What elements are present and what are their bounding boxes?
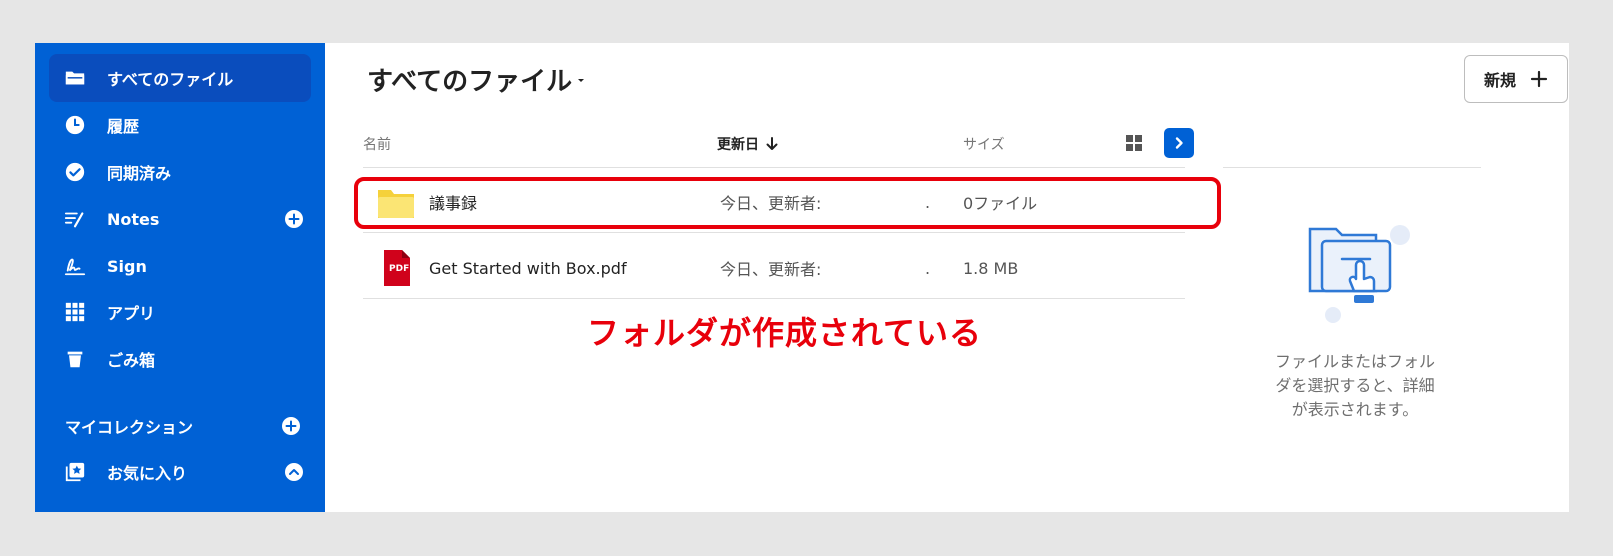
sidebar-item-all-files[interactable]: すべてのファイル [49, 54, 311, 102]
collapse-favorites-icon[interactable] [285, 463, 303, 481]
sidebar-item-label: 同期済み [107, 164, 172, 183]
caret-down-icon [578, 78, 585, 82]
add-collection-icon[interactable] [282, 417, 300, 435]
add-note-icon[interactable] [285, 210, 303, 228]
annotation-text: フォルダが作成されている [587, 314, 983, 352]
check-circle-icon [63, 160, 87, 184]
sidebar-item-label: すべてのファイル [107, 70, 234, 89]
sidebar-item-notes[interactable]: Notes [49, 195, 311, 243]
highlight-annotation-box [354, 177, 1221, 229]
trash-icon [63, 347, 87, 371]
new-button[interactable]: 新規 [1464, 55, 1568, 103]
column-header-modified-label: 更新日 [717, 137, 759, 153]
apps-grid-icon [63, 300, 87, 324]
panel-divider [1223, 167, 1481, 168]
sidebar-item-apps[interactable]: アプリ [49, 288, 311, 336]
modified-separator: . [925, 258, 931, 278]
sidebar-item-label: アプリ [107, 304, 156, 323]
app-window: すべてのファイル 履歴 同期済み Notes Sign アプリ ごみ箱 マイコレ… [35, 43, 1569, 512]
notes-icon [63, 207, 87, 231]
new-button-label: 新規 [1483, 71, 1516, 90]
sidebar-item-label: Sign [107, 256, 147, 276]
details-panel-toggle[interactable] [1164, 128, 1194, 158]
star-collection-icon [63, 460, 87, 484]
sidebar-item-label: 履歴 [107, 117, 140, 136]
grid-view-icon[interactable] [1125, 134, 1143, 152]
sort-descending-icon [766, 137, 778, 150]
details-empty-line: が表示されます。 [1291, 400, 1419, 419]
sidebar-item-label: お気に入り [107, 464, 188, 483]
chevron-right-icon [1175, 137, 1183, 149]
column-header-size[interactable]: サイズ [963, 134, 1005, 154]
clock-icon [63, 113, 87, 137]
select-file-illustration [1308, 225, 1410, 323]
pdf-badge: PDF [389, 264, 410, 274]
details-empty-message: ファイルまたはフォル ダを選択すると、詳細 が表示されます。 [1260, 350, 1450, 422]
details-empty-line: ファイルまたはフォル [1274, 352, 1435, 371]
sidebar-item-sign[interactable]: Sign [49, 242, 311, 290]
signature-icon [63, 254, 87, 278]
modified-text: 今日、更新者: [720, 260, 822, 279]
table-row[interactable]: PDF Get Started with Box.pdf 今日、更新者: . 1… [363, 238, 1185, 298]
sidebar-item-label: ごみ箱 [107, 351, 156, 370]
sidebar-item-synced[interactable]: 同期済み [49, 148, 311, 196]
column-header-name[interactable]: 名前 [363, 134, 391, 154]
row-divider [363, 298, 1185, 299]
main-content: すべてのファイル 新規 名前 更新日 サイズ 議事録 今日、更新者: . 0ファ… [325, 43, 1569, 512]
page-title[interactable]: すべてのファイル [367, 61, 586, 98]
sidebar-item-history[interactable]: 履歴 [49, 101, 311, 149]
file-name[interactable]: Get Started with Box.pdf [429, 259, 627, 278]
plus-icon [1530, 70, 1548, 88]
details-empty-line: ダを選択すると、詳細 [1275, 376, 1435, 395]
row-divider [363, 232, 1185, 233]
column-header-modified[interactable]: 更新日 [717, 134, 779, 154]
file-size: 1.8 MB [963, 258, 1019, 278]
header-divider [363, 167, 1185, 168]
my-collections-heading: マイコレクション [65, 418, 194, 437]
folder-icon [63, 66, 87, 90]
page-title-text: すべてのファイル [367, 67, 573, 97]
sidebar: すべてのファイル 履歴 同期済み Notes Sign アプリ ごみ箱 マイコレ… [35, 43, 325, 512]
sidebar-item-trash[interactable]: ごみ箱 [49, 335, 311, 383]
sidebar-item-label: Notes [107, 209, 160, 229]
sidebar-item-favorites[interactable]: お気に入り [49, 448, 311, 496]
